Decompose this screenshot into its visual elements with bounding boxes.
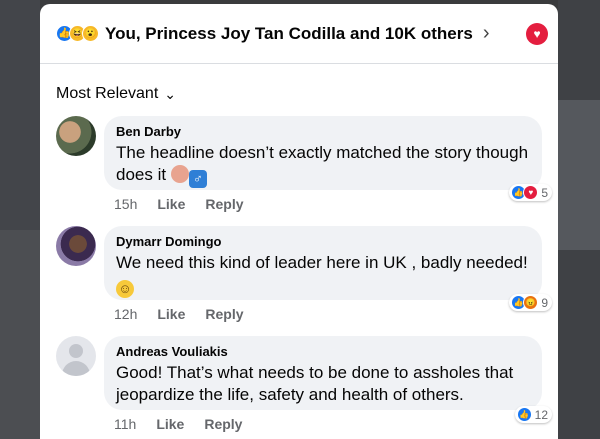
avatar[interactable]	[56, 336, 96, 376]
comment-author[interactable]: Ben Darby	[116, 124, 530, 140]
comment-time: 11h	[114, 416, 137, 432]
comment-actions: 11h Like Reply	[114, 416, 242, 432]
comment-actions: 12h Like Reply	[114, 306, 244, 322]
smile-emoji: ☺	[116, 280, 134, 298]
reaction-icons: 👍 😆 😮	[56, 25, 99, 42]
reply-button[interactable]: Reply	[205, 306, 243, 322]
comment-bubble: Dymarr Domingo We need this kind of lead…	[104, 226, 552, 311]
comment-item: Andreas Vouliakis Good! That’s what need…	[56, 336, 552, 436]
comment-item: Ben Darby The headline doesn’t exactly m…	[56, 116, 552, 216]
comment-reactions[interactable]: 👍 ♥ 5	[509, 184, 552, 201]
chevron-down-icon[interactable]: ⌄	[164, 86, 176, 103]
reactions-summary[interactable]: You, Princess Joy Tan Codilla and 10K ot…	[105, 24, 473, 44]
love-icon: ♥	[523, 185, 539, 200]
comment-bubble: Ben Darby The headline doesn’t exactly m…	[104, 116, 552, 201]
comment-bubble: Andreas Vouliakis Good! That’s what need…	[104, 336, 552, 423]
reply-button[interactable]: Reply	[204, 416, 242, 432]
comment-text: Good! That’s what needs to be done to as…	[116, 363, 514, 404]
comment-reactions[interactable]: 👍 12	[514, 406, 552, 423]
comment-text: We need this kind of leader here in UK ,…	[116, 253, 528, 298]
background-page-right-block	[558, 100, 600, 250]
reactions-header[interactable]: 👍 😆 😮 You, Princess Joy Tan Codilla and …	[40, 4, 558, 64]
background-page-left-block	[0, 230, 40, 439]
reaction-count: 12	[534, 407, 548, 422]
avatar[interactable]	[56, 116, 96, 156]
male-sign-emoji: ♂	[188, 170, 207, 188]
comment-author[interactable]: Andreas Vouliakis	[116, 344, 530, 360]
wow-icon: 😮	[82, 25, 99, 42]
heart-icon[interactable]: ♥	[526, 22, 548, 45]
reaction-count: 5	[541, 185, 548, 200]
like-button[interactable]: Like	[156, 416, 184, 432]
comment-author[interactable]: Dymarr Domingo	[116, 234, 530, 250]
like-icon: 👍	[516, 407, 532, 422]
comments-sheet: 👍 😆 😮 You, Princess Joy Tan Codilla and …	[40, 4, 558, 439]
like-button[interactable]: Like	[157, 306, 185, 322]
like-button[interactable]: Like	[157, 196, 185, 212]
comment-actions: 15h Like Reply	[114, 196, 244, 212]
avatar[interactable]	[56, 226, 96, 266]
sort-label[interactable]: Most Relevant	[56, 85, 158, 103]
person-bald-emoji	[170, 165, 189, 183]
reply-button[interactable]: Reply	[205, 196, 243, 212]
comment-time: 15h	[114, 196, 138, 212]
reaction-count: 9	[541, 295, 548, 310]
comment-item: Dymarr Domingo We need this kind of lead…	[56, 226, 552, 326]
comment-reactions[interactable]: 👍 😠 9	[509, 294, 552, 311]
chevron-right-icon[interactable]: ›	[483, 22, 490, 45]
default-avatar-body	[62, 361, 90, 376]
angry-icon: 😠	[523, 295, 539, 310]
sort-dropdown[interactable]: Most Relevant ⌄	[40, 64, 558, 110]
comment-time: 12h	[114, 306, 138, 322]
comment-text: The headline doesn’t exactly matched the…	[116, 143, 529, 188]
default-avatar-head	[69, 344, 83, 358]
